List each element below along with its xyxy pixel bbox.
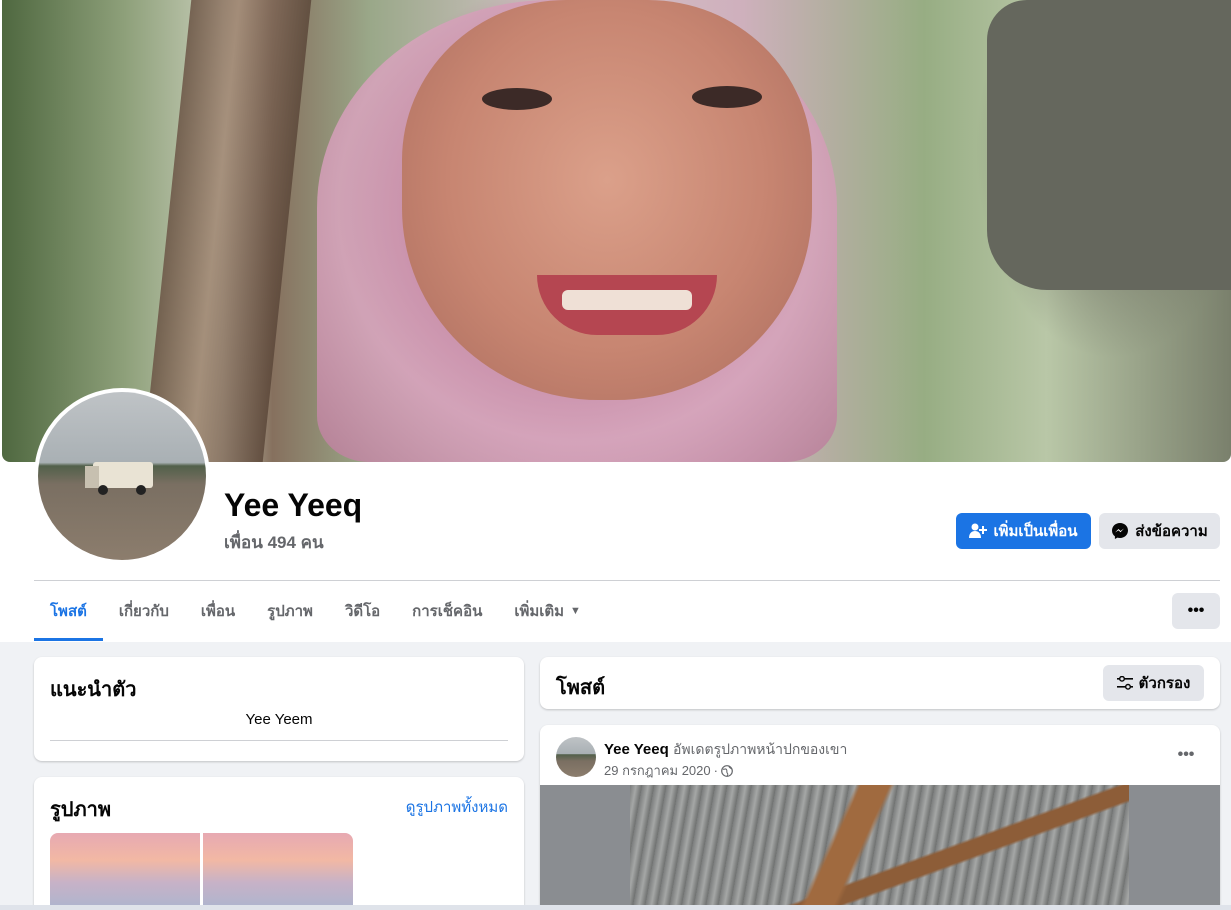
friend-count[interactable]: เพื่อน 494 คน [224,529,324,556]
photo-thumbnail[interactable] [50,833,200,910]
more-icon: ••• [1177,746,1195,763]
tab-videos[interactable]: วิดีโอ [329,581,396,641]
more-icon: ••• [1187,602,1205,619]
post-date[interactable]: 29 กรกฎาคม 2020 [604,760,711,781]
tab-photos[interactable]: รูปภาพ [251,581,329,641]
posts-title: โพสต์ [556,677,606,699]
post-author-line: Yee Yeeq อัพเดตรูปภาพหน้าปกของเขา [604,739,847,761]
photos-card: รูปภาพ ดูรูปภาพทั้งหมด [34,777,524,910]
tab-checkins[interactable]: การเช็คอิน [396,581,498,641]
post-more-button[interactable]: ••• [1168,741,1204,769]
filter-button[interactable]: ตัวกรอง [1103,665,1204,701]
intro-title: แนะนำตัว [50,679,137,701]
intro-card: แนะนำตัว Yee Yeem [34,657,524,761]
add-friend-icon [969,523,988,538]
meta-separator: · [713,763,718,778]
post-action-text: อัพเดตรูปภาพหน้าปกของเขา [672,741,848,757]
tab-friends[interactable]: เพื่อน [185,581,251,641]
message-label: ส่งข้อความ [1135,523,1208,540]
filter-label: ตัวกรอง [1138,675,1191,692]
bottom-edge [0,905,1231,910]
post-media [540,785,1220,910]
cover-photo[interactable] [2,0,1231,462]
messenger-icon [1112,523,1129,539]
profile-picture[interactable] [34,388,210,564]
profile-name: Yee Yeeq [224,487,363,523]
add-friend-label: เพิ่มเป็นเพื่อน [993,523,1078,540]
post-card: Yee Yeeq อัพเดตรูปภาพหน้าปกของเขา 29 กรก… [540,725,1220,910]
photo-thumbnail[interactable] [203,833,353,910]
profile-tabs: โพสต์ เกี่ยวกับ เพื่อน รูปภาพ วิดีโอ การ… [34,581,597,641]
profile-header: Yee Yeeq เพื่อน 494 คน เพิ่มเป็นเพื่อน ส… [0,0,1231,642]
post-meta: 29 กรกฎาคม 2020 · [604,760,733,781]
tab-posts[interactable]: โพสต์ [34,581,103,641]
post-author-name[interactable]: Yee Yeeq [604,741,669,758]
posts-header-card: โพสต์ ตัวกรอง [540,657,1220,709]
chevron-down-icon: ▼ [570,605,581,617]
filter-icon [1116,676,1133,690]
intro-bio: Yee Yeem [245,711,313,728]
globe-icon [721,764,733,777]
add-friend-button[interactable]: เพิ่มเป็นเพื่อน [956,513,1091,549]
tab-about[interactable]: เกี่ยวกับ [103,581,185,641]
tab-more[interactable]: เพิ่มเติม ▼ [498,581,597,641]
post-image[interactable] [630,785,1129,910]
intro-divider [50,740,508,741]
avatar[interactable] [556,737,596,777]
message-button[interactable]: ส่งข้อความ [1099,513,1220,549]
photos-title: รูปภาพ [50,799,112,821]
profile-more-button[interactable]: ••• [1172,593,1220,629]
see-all-photos-link[interactable]: ดูรูปภาพทั้งหมด [406,795,508,819]
